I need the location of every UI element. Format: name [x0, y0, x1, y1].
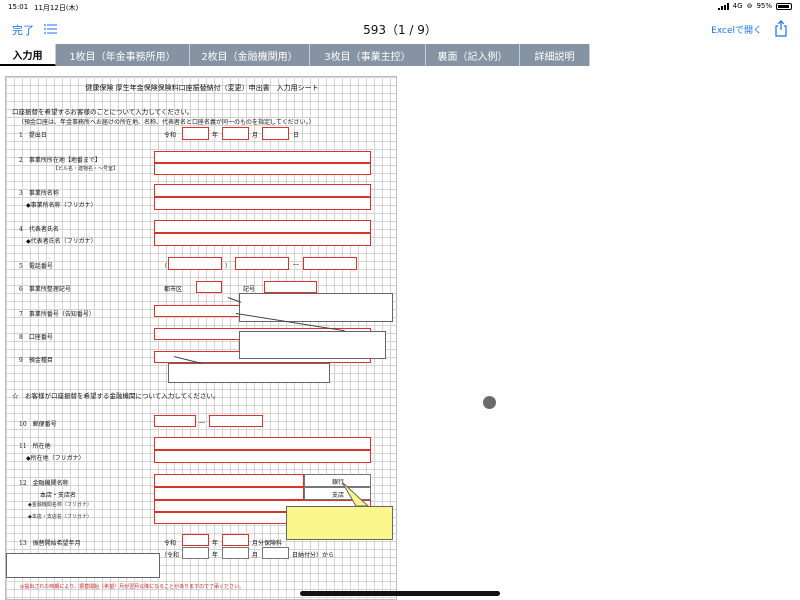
- office-city-code-input[interactable]: [196, 281, 222, 293]
- submit-year-input[interactable]: [182, 127, 209, 140]
- field-11-label: 11 所在地: [19, 443, 51, 450]
- yellow-comment-callout: [286, 506, 393, 540]
- network-label: 4G: [732, 2, 743, 10]
- field-8-label: 8 口座番号: [19, 334, 53, 341]
- status-time: 15:01: [8, 3, 29, 11]
- assistive-touch-button[interactable]: [483, 396, 496, 409]
- tab-reverse-example[interactable]: 裏面（記入例）: [426, 44, 520, 66]
- phone-number-input[interactable]: [303, 257, 357, 270]
- submit-month-input[interactable]: [222, 127, 249, 140]
- comment-callout-3: [168, 363, 330, 383]
- field-13-label: 13 振替開始希望年月: [19, 540, 81, 547]
- field-12-sub: 本店・支店名: [40, 492, 77, 499]
- callout-pointer: [341, 482, 370, 507]
- tab-sheet3-employer[interactable]: 3枚目（事業主控）: [310, 44, 426, 66]
- footer-note: ◎提出された時期により、振替開始（希望）月が翌月以降になることがありますので了承…: [20, 584, 245, 590]
- field-6-city: 都市区: [164, 286, 183, 293]
- field-2-label: 2 事業所所在地【地番まで】: [19, 157, 101, 164]
- representative-kana-input[interactable]: [154, 233, 371, 246]
- field-12-label: 12 金融機関名称: [19, 480, 69, 487]
- field-13-year2: 年: [212, 552, 219, 559]
- field-13-era2: （令和: [161, 552, 180, 559]
- field-13-era: 令和: [164, 540, 177, 547]
- sheet-title: 健康保険 厚生年金保険保険料口座振替納付（変更）申出書 入力用シート: [85, 84, 319, 92]
- office-symbol-input[interactable]: [264, 281, 317, 293]
- postal-dash: ―: [199, 419, 205, 426]
- field-1-label: 1 提出日: [19, 132, 47, 139]
- branch-name-input[interactable]: [154, 487, 304, 500]
- field-1-month: 月: [252, 132, 259, 139]
- open-in-excel-button[interactable]: Excelで開く: [711, 23, 762, 36]
- office-name-input[interactable]: [154, 184, 371, 197]
- home-indicator[interactable]: [300, 591, 500, 596]
- comment-callout-4: [6, 553, 160, 578]
- phone-dash: ―: [293, 261, 299, 268]
- signal-icon: [717, 2, 729, 10]
- field-13-month2: 月: [252, 552, 259, 559]
- nav-bar: 完了 593（1 / 9） Excelで開く: [0, 14, 800, 44]
- field-5-label: 5 電話番号: [19, 263, 53, 270]
- field-13-month-premium: 月分保険料: [252, 540, 283, 547]
- field-3-sub: ◆事業所名称（フリガナ）: [26, 202, 97, 209]
- field-13-year: 年: [212, 540, 219, 547]
- office-building-input[interactable]: [154, 163, 371, 175]
- payment-year-cell: [182, 547, 209, 559]
- field-10-label: 10 郵便番号: [19, 421, 57, 428]
- tab-details[interactable]: 詳細説明: [520, 44, 590, 66]
- document-title: 593（1 / 9）: [363, 23, 437, 37]
- field-3-label: 3 事業所名称: [19, 190, 59, 197]
- office-address-input[interactable]: [154, 151, 371, 163]
- field-2-sub: 【ビル名・建物名・〜号室】: [53, 166, 119, 172]
- field-9-label: 9 預金種目: [19, 357, 53, 364]
- field-4-sub: ◆代表者氏名（フリガナ）: [26, 238, 97, 245]
- status-bar: 15:01 11月12日(木) 4G ⊚ 95%: [0, 0, 800, 14]
- tab-sheet1-pension-office[interactable]: 1枚目（年金事務所用）: [56, 44, 190, 66]
- section1-note: （預金口座は、年金事務所へお届けの所在地、名称、代表者名と口座名義が同一のものを…: [18, 119, 315, 126]
- sheet-tabs: 入力用 1枚目（年金事務所用） 2枚目（金融機関用） 3枚目（事業主控） 裏面（…: [0, 44, 800, 67]
- field-1-year: 年: [212, 132, 219, 139]
- field-12-sub2: ◆金融機関名称（フリガナ）: [28, 502, 92, 508]
- field-6-label: 6 事業所整理記号: [19, 286, 71, 293]
- bank-name-input[interactable]: [154, 474, 304, 487]
- office-number-input[interactable]: [154, 305, 244, 317]
- field-11-sub: ◆所在地（フリガナ）: [26, 455, 85, 462]
- phone-open-paren: （: [161, 263, 168, 270]
- phone-area-input[interactable]: [168, 257, 222, 270]
- office-name-kana-input[interactable]: [154, 197, 371, 210]
- representative-name-input[interactable]: [154, 220, 371, 233]
- battery-label: 95%: [756, 2, 772, 10]
- postal-code-first-input[interactable]: [154, 415, 196, 427]
- battery-icon: [776, 2, 792, 10]
- section1-heading: 口座振替を希望するお客様のことについて入力してください。: [12, 108, 194, 116]
- postal-code-second-input[interactable]: [209, 415, 263, 427]
- bank-address-kana-input[interactable]: [154, 450, 371, 463]
- comment-callout-2: [239, 331, 386, 359]
- tab-sheet2-bank[interactable]: 2枚目（金融機関用）: [190, 44, 310, 66]
- bank-address-input[interactable]: [154, 437, 371, 450]
- phone-close-paren: ）: [225, 263, 232, 270]
- wifi-icon: ⊚: [746, 2, 753, 10]
- tab-input[interactable]: 入力用: [0, 44, 56, 66]
- status-date: 11月12日(木): [34, 4, 79, 12]
- field-12-sub3: ◆本店・支店名（フリガナ）: [28, 514, 92, 520]
- start-year-input[interactable]: [182, 534, 209, 546]
- section2-heading: ☆ お客様が口座振替を希望する金融機関について入力してください。: [12, 392, 220, 400]
- payment-month-cell: [222, 547, 249, 559]
- share-icon[interactable]: [774, 20, 788, 37]
- submit-day-input[interactable]: [262, 127, 289, 140]
- phone-exchange-input[interactable]: [235, 257, 289, 270]
- field-13-from: 日納付分）から: [292, 552, 335, 559]
- field-6-code: 記号: [243, 286, 256, 293]
- field-7-label: 7 事業所番号（告知番号）: [19, 311, 95, 318]
- app-root: 15:01 11月12日(木) 4G ⊚ 95% 完了 593（1 / 9） E…: [0, 0, 800, 600]
- status-right: 4G ⊚ 95%: [717, 2, 792, 10]
- field-4-label: 4 代表者氏名: [19, 226, 59, 233]
- payment-day-cell: [262, 547, 289, 559]
- start-month-input[interactable]: [222, 534, 249, 546]
- field-1-era: 令和: [164, 132, 177, 139]
- field-1-day: 日: [293, 132, 300, 139]
